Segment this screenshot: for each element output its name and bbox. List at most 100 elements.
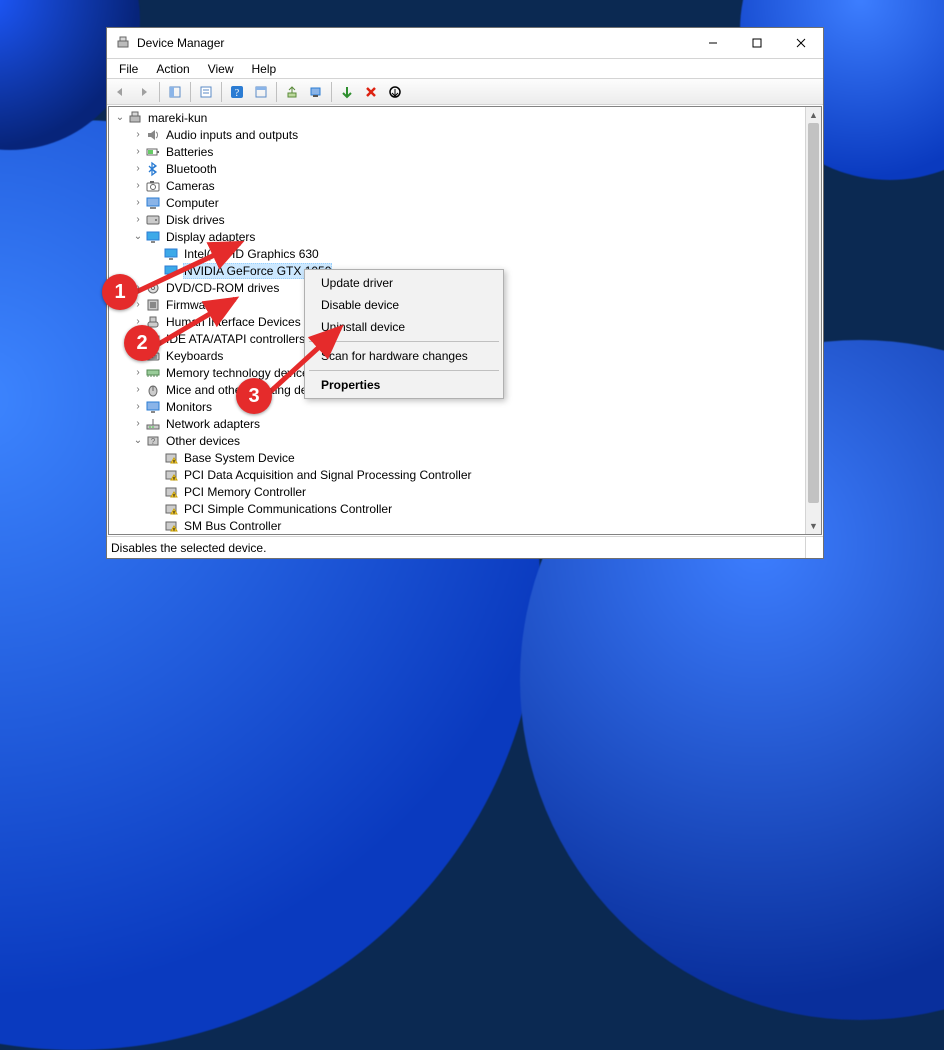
menu-view[interactable]: View bbox=[200, 61, 242, 77]
toolbar-separator bbox=[221, 82, 222, 102]
warn-icon bbox=[163, 484, 179, 500]
vertical-scrollbar[interactable]: ▲ ▼ bbox=[805, 107, 821, 534]
disable-device-icon[interactable] bbox=[384, 81, 406, 103]
menu-help[interactable]: Help bbox=[244, 61, 285, 77]
menu-file[interactable]: File bbox=[111, 61, 146, 77]
display-icon bbox=[145, 229, 161, 245]
tree-label: Computer bbox=[165, 196, 220, 210]
expander-icon[interactable]: › bbox=[131, 402, 145, 412]
update-driver-icon[interactable] bbox=[281, 81, 303, 103]
expander-icon[interactable]: › bbox=[131, 419, 145, 429]
resize-grip[interactable] bbox=[805, 537, 823, 558]
app-icon bbox=[115, 35, 131, 51]
scroll-down-icon[interactable]: ▼ bbox=[806, 518, 821, 534]
annotation-marker-3: 3 bbox=[236, 378, 272, 414]
uninstall-device-icon[interactable] bbox=[360, 81, 382, 103]
context-menu: Update driver Disable device Uninstall d… bbox=[304, 269, 504, 399]
status-text: Disables the selected device. bbox=[111, 541, 266, 555]
warn-icon bbox=[163, 518, 179, 534]
help-icon[interactable]: ? bbox=[226, 81, 248, 103]
toolbar-separator bbox=[331, 82, 332, 102]
expander-icon[interactable]: › bbox=[131, 198, 145, 208]
expander-icon[interactable]: › bbox=[131, 215, 145, 225]
bluetooth-icon bbox=[145, 161, 161, 177]
tree-label: PCI Simple Communications Controller bbox=[183, 502, 393, 516]
tree-label: Batteries bbox=[165, 145, 214, 159]
expander-icon[interactable]: › bbox=[131, 164, 145, 174]
tree-item[interactable]: PCI Memory Controller bbox=[109, 483, 805, 500]
tree-label: Memory technology devices bbox=[165, 366, 316, 380]
cdrom-icon bbox=[145, 280, 161, 296]
tree-category[interactable]: › Batteries bbox=[109, 143, 805, 160]
tree-label: Network adapters bbox=[165, 417, 261, 431]
tree-category[interactable]: ›Monitors bbox=[109, 398, 805, 415]
tree-category[interactable]: ›Disk drives bbox=[109, 211, 805, 228]
tree-category[interactable]: › Computer bbox=[109, 194, 805, 211]
ctx-separator bbox=[309, 370, 499, 371]
battery-icon bbox=[145, 144, 161, 160]
tree-label: DVD/CD-ROM drives bbox=[165, 281, 280, 295]
scroll-thumb[interactable] bbox=[808, 123, 819, 503]
scan-hardware-icon[interactable] bbox=[305, 81, 327, 103]
forward-button[interactable] bbox=[133, 81, 155, 103]
computer-icon bbox=[145, 195, 161, 211]
maximize-button[interactable] bbox=[735, 28, 779, 58]
tree-item[interactable]: Base System Device bbox=[109, 449, 805, 466]
tree-item[interactable]: PCI Data Acquisition and Signal Processi… bbox=[109, 466, 805, 483]
scroll-up-icon[interactable]: ▲ bbox=[806, 107, 821, 123]
expander-icon[interactable]: ⌄ bbox=[113, 113, 127, 123]
menu-action[interactable]: Action bbox=[148, 61, 197, 77]
tree-label: Audio inputs and outputs bbox=[165, 128, 299, 142]
expander-icon[interactable]: › bbox=[131, 368, 145, 378]
toolbar: ? bbox=[107, 78, 823, 105]
titlebar[interactable]: Device Manager bbox=[107, 28, 823, 58]
tree-category[interactable]: › Audio inputs and outputs bbox=[109, 126, 805, 143]
ctx-scan-hardware[interactable]: Scan for hardware changes bbox=[307, 345, 501, 367]
action-icon[interactable] bbox=[250, 81, 272, 103]
tree-item[interactable]: SM Bus Controller bbox=[109, 517, 805, 534]
tree-category[interactable]: › Cameras bbox=[109, 177, 805, 194]
tree-label: PCI Data Acquisition and Signal Processi… bbox=[183, 468, 472, 482]
tree-category[interactable]: › Bluetooth bbox=[109, 160, 805, 177]
back-button[interactable] bbox=[109, 81, 131, 103]
pc-icon bbox=[127, 110, 143, 126]
tree-label: Human Interface Devices bbox=[165, 315, 302, 329]
audio-icon bbox=[145, 127, 161, 143]
show-hide-tree-icon[interactable] bbox=[164, 81, 186, 103]
expander-icon[interactable]: › bbox=[131, 181, 145, 191]
ctx-uninstall-device[interactable]: Uninstall device bbox=[307, 316, 501, 338]
expander-icon[interactable]: › bbox=[131, 130, 145, 140]
minimize-button[interactable] bbox=[691, 28, 735, 58]
properties-icon[interactable] bbox=[195, 81, 217, 103]
close-button[interactable] bbox=[779, 28, 823, 58]
window-title: Device Manager bbox=[137, 36, 224, 50]
annotation-marker-2: 2 bbox=[124, 325, 160, 361]
camera-icon bbox=[145, 178, 161, 194]
annotation-marker-1: 1 bbox=[102, 274, 138, 310]
enable-device-icon[interactable] bbox=[336, 81, 358, 103]
expander-icon[interactable]: › bbox=[131, 147, 145, 157]
tree-category[interactable]: › Network adapters bbox=[109, 415, 805, 432]
tree-category[interactable]: ⌄mareki-kun bbox=[109, 109, 805, 126]
ctx-properties[interactable]: Properties bbox=[307, 374, 501, 396]
firmware-icon bbox=[145, 297, 161, 313]
tree-label: SM Bus Controller bbox=[183, 519, 282, 533]
tree-category[interactable]: ⌄Display adapters bbox=[109, 228, 805, 245]
ctx-disable-device[interactable]: Disable device bbox=[307, 294, 501, 316]
warn-icon bbox=[163, 501, 179, 517]
mouse-icon bbox=[145, 382, 161, 398]
expander-icon[interactable]: › bbox=[131, 385, 145, 395]
statusbar: Disables the selected device. bbox=[107, 536, 823, 558]
tree-label: Cameras bbox=[165, 179, 216, 193]
tree-category[interactable]: ⌄?Other devices bbox=[109, 432, 805, 449]
ctx-update-driver[interactable]: Update driver bbox=[307, 272, 501, 294]
toolbar-separator bbox=[190, 82, 191, 102]
expander-icon[interactable]: ⌄ bbox=[131, 232, 145, 242]
tree-label: IDE ATA/ATAPI controllers bbox=[165, 332, 306, 346]
network-icon bbox=[145, 416, 161, 432]
tree-item[interactable]: PCI Simple Communications Controller bbox=[109, 500, 805, 517]
tree-label: Bluetooth bbox=[165, 162, 218, 176]
expander-icon[interactable]: ⌄ bbox=[131, 436, 145, 446]
tree-item[interactable]: Intel(R) HD Graphics 630 bbox=[109, 245, 805, 262]
warn-icon bbox=[163, 450, 179, 466]
